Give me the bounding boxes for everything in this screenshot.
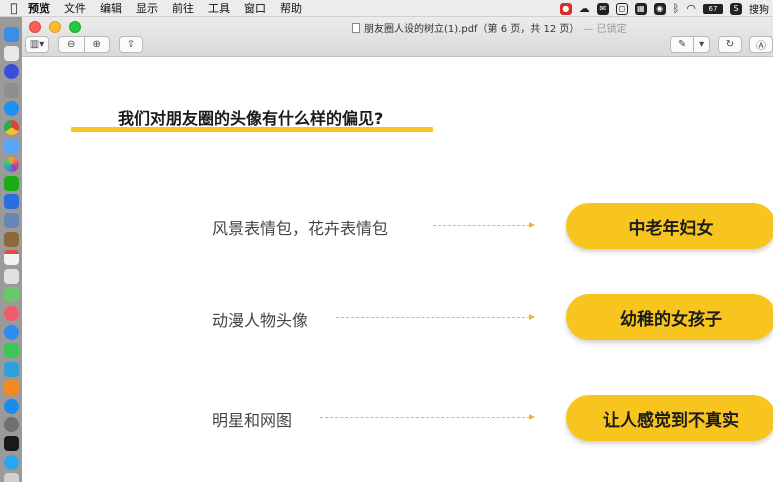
safari-icon[interactable] <box>3 101 19 117</box>
zoom-in-icon: ⊕ <box>92 39 101 50</box>
slide-heading: 我们对朋友圈的头像有什么样的偏见? <box>118 109 384 128</box>
music-icon[interactable] <box>3 305 19 321</box>
dashed-arrow-3 <box>320 413 535 420</box>
menu-help[interactable]: 帮助 <box>280 0 302 16</box>
wechat-icon[interactable] <box>3 175 19 191</box>
share-icon: ⇪ <box>126 39 136 50</box>
app-status-icon[interactable]: ● <box>559 2 572 15</box>
app-icon-2[interactable]: ▦ <box>634 2 647 15</box>
app-icon-3[interactable]: ◉ <box>653 2 666 15</box>
markup-button[interactable]: ✎ <box>671 37 695 52</box>
app-icon[interactable]: ◻ <box>615 2 628 15</box>
fullscreen-window-button[interactable] <box>69 21 81 33</box>
launchpad-icon[interactable] <box>3 45 19 61</box>
window-titlebar: 朋友圈人设的树立(1).pdf（第 6 页，共 12 页） — 已锁定 ▥▾ ⊖… <box>22 17 773 57</box>
terminal-icon[interactable] <box>3 436 19 452</box>
preview-icon[interactable] <box>3 212 19 228</box>
zoom-out-button[interactable]: ⊖ <box>59 37 85 52</box>
dashed-arrow-2 <box>336 313 535 320</box>
row-label-1: 风景表情包，花卉表情包 <box>212 219 389 238</box>
menu-view[interactable]: 显示 <box>136 0 158 16</box>
result-pill-3: 让人感觉到不真实 <box>566 395 773 441</box>
close-window-button[interactable] <box>29 21 41 33</box>
annotate-button[interactable]: Ⓐ <box>749 36 773 53</box>
heading-accent-bar <box>71 127 433 132</box>
chrome-icon[interactable] <box>3 119 19 135</box>
rocket-icon[interactable] <box>3 82 19 98</box>
zoom-out-icon: ⊖ <box>67 39 76 50</box>
menu-file[interactable]: 文件 <box>64 0 86 16</box>
menu-go[interactable]: 前往 <box>172 0 194 16</box>
dock <box>0 17 22 482</box>
notes-icon[interactable] <box>3 231 19 247</box>
chat-icon[interactable]: ✉ <box>596 2 609 15</box>
books-icon[interactable] <box>3 380 19 396</box>
siri-icon[interactable] <box>3 64 19 80</box>
result-pill-1: 中老年妇女 <box>566 203 773 249</box>
row-label-3: 明星和网图 <box>212 411 293 430</box>
maps-icon[interactable] <box>3 287 19 303</box>
menu-bar:  预览 文件 编辑 显示 前往 工具 窗口 帮助 ● ☁ ✉ ◻ ▦ ◉ ᛒ … <box>0 0 773 17</box>
calendar-icon[interactable] <box>3 250 19 266</box>
rotate-icon: ↻ <box>725 39 735 50</box>
menu-app-preview[interactable]: 预览 <box>28 0 50 16</box>
result-pill-2: 幼稚的女孩子 <box>566 294 773 340</box>
window-title-text: 朋友圈人设的树立(1).pdf（第 6 页，共 12 页） <box>364 24 580 35</box>
downloads-icon[interactable] <box>3 454 19 470</box>
facetime-icon[interactable] <box>3 343 19 359</box>
input-method-label[interactable]: 搜狗 <box>749 1 769 16</box>
cloud-icon[interactable]: ☁ <box>579 2 590 15</box>
locked-label: — 已锁定 <box>583 24 627 35</box>
dashed-arrow-1 <box>433 221 535 228</box>
zoom-in-button[interactable]: ⊕ <box>85 37 110 52</box>
qq-icon[interactable] <box>3 194 19 210</box>
zoom-group: ⊖ ⊕ <box>58 36 110 53</box>
menu-window[interactable]: 窗口 <box>244 0 266 16</box>
bluetooth-icon[interactable]: ᛒ <box>673 2 680 15</box>
mail-icon[interactable] <box>3 138 19 154</box>
rotate-button[interactable]: ↻ <box>718 36 742 53</box>
input-method-icon[interactable]: S <box>730 2 742 15</box>
minimize-window-button[interactable] <box>49 21 61 33</box>
system-preferences-icon[interactable] <box>3 417 19 433</box>
markup-icon: ✎ <box>678 39 687 50</box>
pdf-page: 我们对朋友圈的头像有什么样的偏见? 风景表情包，花卉表情包 中老年妇女 动漫人物… <box>22 58 773 482</box>
menu-tools[interactable]: 工具 <box>208 0 230 16</box>
window-title: 朋友圈人设的树立(1).pdf（第 6 页，共 12 页） — 已锁定 <box>352 20 627 35</box>
text-edit-icon[interactable] <box>3 268 19 284</box>
row-label-2: 动漫人物头像 <box>212 311 309 330</box>
markup-group: ✎ ▾ <box>670 36 710 53</box>
wifi-icon[interactable]: ◠ <box>686 2 696 15</box>
app-store-icon[interactable] <box>3 398 19 414</box>
sidebar-icon: ▥▾ <box>29 39 45 50</box>
status-tray: ● ☁ ✉ ◻ ▦ ◉ ᛒ ◠ 67 S 搜狗 <box>559 0 773 17</box>
battery-icon[interactable]: 67 <box>703 3 723 14</box>
messages-icon[interactable] <box>3 324 19 340</box>
markup-menu-button[interactable]: ▾ <box>694 37 709 52</box>
pdf-document-icon <box>352 22 360 33</box>
photos-icon[interactable] <box>3 157 19 173</box>
chevron-down-icon: ▾ <box>699 39 705 50</box>
share-button[interactable]: ⇪ <box>119 36 143 53</box>
menu-edit[interactable]: 编辑 <box>100 0 122 16</box>
annotate-icon: Ⓐ <box>756 41 766 52</box>
finder-icon[interactable] <box>3 27 19 42</box>
sidebar-toggle-button[interactable]: ▥▾ <box>25 36 49 53</box>
trash-icon[interactable] <box>3 473 19 482</box>
slide-heading-block: 我们对朋友圈的头像有什么样的偏见? <box>71 105 433 132</box>
apple-menu-icon[interactable]:  <box>0 1 28 15</box>
numbers-icon[interactable] <box>3 361 19 377</box>
